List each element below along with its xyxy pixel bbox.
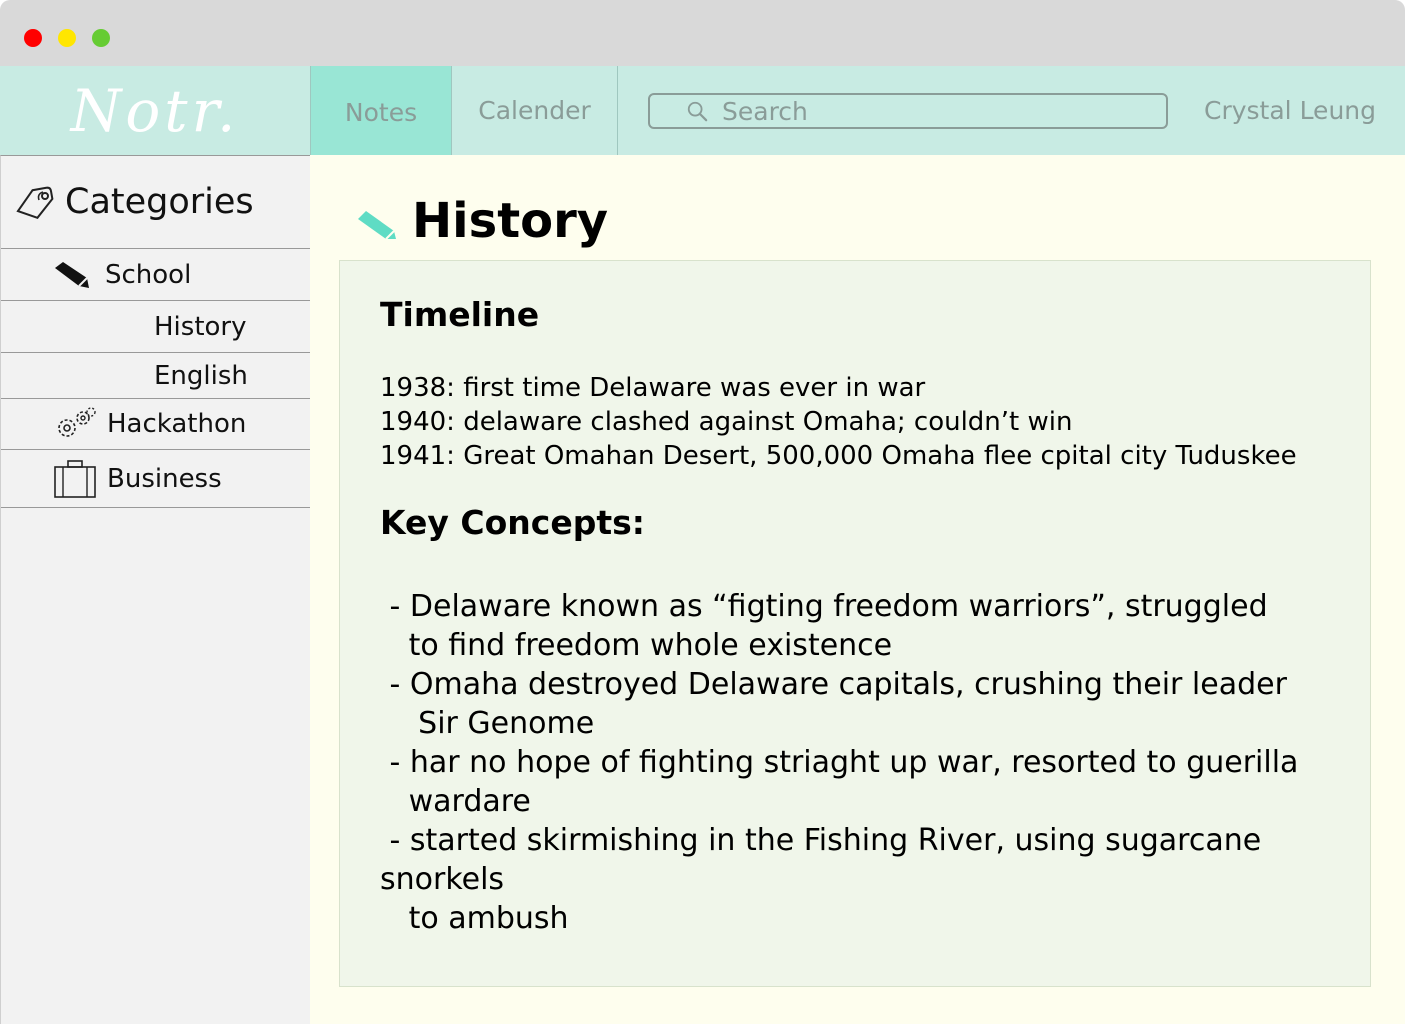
logo-text: Notr. xyxy=(70,76,240,145)
key-concepts-text: - Delaware known as “figting freedom war… xyxy=(380,589,1299,936)
sidebar-item-label: School xyxy=(105,259,192,290)
window-titlebar xyxy=(0,0,1405,66)
note-title-row: History xyxy=(356,193,608,249)
tab-calender[interactable]: Calender xyxy=(452,66,618,155)
sidebar-item-label: Hackathon xyxy=(107,409,247,439)
sidebar-item-label: English xyxy=(154,360,248,391)
search-box[interactable] xyxy=(648,93,1168,129)
sidebar-item-english[interactable]: English xyxy=(1,353,311,399)
briefcase-icon xyxy=(54,459,96,498)
sidebar-item-business[interactable]: Business xyxy=(1,450,311,508)
user-name[interactable]: Crystal Leung xyxy=(1200,66,1380,155)
categories-header: Categories xyxy=(1,156,311,249)
gears-icon xyxy=(58,407,96,437)
note-title: History xyxy=(412,193,609,249)
sidebar-item-label: Business xyxy=(107,463,222,494)
timeline-text: 1938: first time Delaware was ever in wa… xyxy=(380,373,1297,471)
tag-icon xyxy=(16,186,54,219)
tab-notes[interactable]: Notes xyxy=(310,66,452,155)
search-input[interactable] xyxy=(722,96,1142,126)
section-heading-key-concepts: Key Concepts: xyxy=(380,503,645,542)
sidebar-item-school[interactable]: School xyxy=(1,249,311,301)
maximize-window-button[interactable] xyxy=(92,29,110,47)
sidebar-item-history[interactable]: History xyxy=(1,301,311,353)
search-icon xyxy=(687,101,708,122)
sidebar-item-label: History xyxy=(154,311,247,342)
top-nav: Notr. Notes Calender Crystal Leung xyxy=(0,66,1405,155)
sidebar: Categories School History English Hackat… xyxy=(0,155,311,1024)
note-editor[interactable]: Timeline 1938: first time Delaware was e… xyxy=(339,260,1371,987)
note-area: History Timeline 1938: first time Delawa… xyxy=(310,155,1405,1024)
pencil-icon xyxy=(55,261,89,288)
sidebar-item-hackathon[interactable]: Hackathon xyxy=(1,399,311,450)
categories-heading: Categories xyxy=(65,182,254,222)
section-heading-timeline: Timeline xyxy=(380,295,540,334)
pencil-icon xyxy=(358,211,396,240)
close-window-button[interactable] xyxy=(24,29,42,47)
app-logo[interactable]: Notr. xyxy=(0,66,310,155)
minimize-window-button[interactable] xyxy=(58,29,76,47)
